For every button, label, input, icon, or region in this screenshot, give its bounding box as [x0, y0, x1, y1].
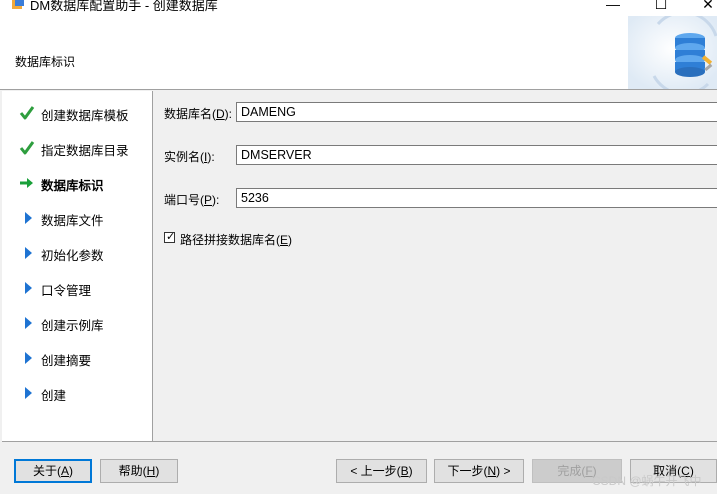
step-label: 指定数据库目录 [41, 144, 129, 158]
about-button[interactable]: 关于(A) [14, 459, 92, 483]
step-db-files[interactable]: 数据库文件 [2, 207, 152, 228]
step-label: 创建数据库模板 [41, 109, 129, 123]
append-path-checkbox[interactable]: ✓ [164, 231, 176, 243]
page-title: 数据库标识 [15, 55, 76, 69]
minimize-button[interactable]: — [598, 0, 628, 14]
prev-button[interactable]: < 上一步(B) [336, 459, 427, 483]
triangle-right-icon [25, 282, 32, 294]
triangle-right-icon [25, 352, 32, 364]
wizard-steps-panel: 创建数据库模板 指定数据库目录 数据库标识 数据库文件 初始化参数 口令管理 创… [2, 91, 153, 441]
triangle-right-icon [25, 247, 32, 259]
help-button[interactable]: 帮助(H) [100, 459, 178, 483]
step-sample-db[interactable]: 创建示例库 [2, 312, 152, 333]
triangle-right-icon [25, 387, 32, 399]
step-label: 口令管理 [41, 284, 92, 298]
step-label: 初始化参数 [41, 249, 104, 263]
port-label: 端口号(P): [164, 193, 220, 207]
port-input[interactable] [236, 188, 717, 208]
step-db-identity[interactable]: 数据库标识 [2, 172, 152, 193]
step-label: 创建 [41, 389, 67, 403]
step-db-directory[interactable]: 指定数据库目录 [2, 137, 152, 158]
footer-divider [2, 441, 717, 442]
window-title: DM数据库配置助手 - 创建数据库 [30, 0, 218, 13]
close-button[interactable]: ✕ [693, 0, 717, 14]
instance-name-input[interactable] [236, 145, 717, 165]
triangle-right-icon [25, 212, 32, 224]
append-path-label[interactable]: 路径拼接数据库名(E) [180, 231, 292, 248]
check-icon [19, 141, 35, 155]
step-password[interactable]: 口令管理 [2, 277, 152, 298]
step-init-params[interactable]: 初始化参数 [2, 242, 152, 263]
app-icon [12, 0, 24, 9]
step-label: 创建示例库 [41, 319, 104, 333]
db-name-label: 数据库名(D): [164, 107, 233, 121]
instance-name-label: 实例名(I): [164, 150, 215, 164]
arrow-right-icon [20, 178, 33, 188]
wizard-header: 数据库标识 [0, 16, 717, 90]
maximize-button[interactable]: ☐ [646, 0, 676, 14]
step-summary[interactable]: 创建摘要 [2, 347, 152, 368]
step-create-template[interactable]: 创建数据库模板 [2, 102, 152, 123]
database-stack-icon [628, 16, 717, 89]
step-label: 数据库文件 [41, 214, 104, 228]
step-label: 创建摘要 [41, 354, 92, 368]
watermark: CSDN @蜗牛开飞中 [592, 474, 702, 488]
db-name-input[interactable] [236, 102, 717, 122]
check-icon [19, 106, 35, 120]
next-button[interactable]: 下一步(N) > [434, 459, 524, 483]
title-bar: DM数据库配置助手 - 创建数据库 — ☐ ✕ [0, 0, 717, 16]
step-label: 数据库标识 [41, 179, 104, 193]
checkmark-icon: ✓ [166, 231, 176, 243]
step-create[interactable]: 创建 [2, 382, 152, 403]
triangle-right-icon [25, 317, 32, 329]
